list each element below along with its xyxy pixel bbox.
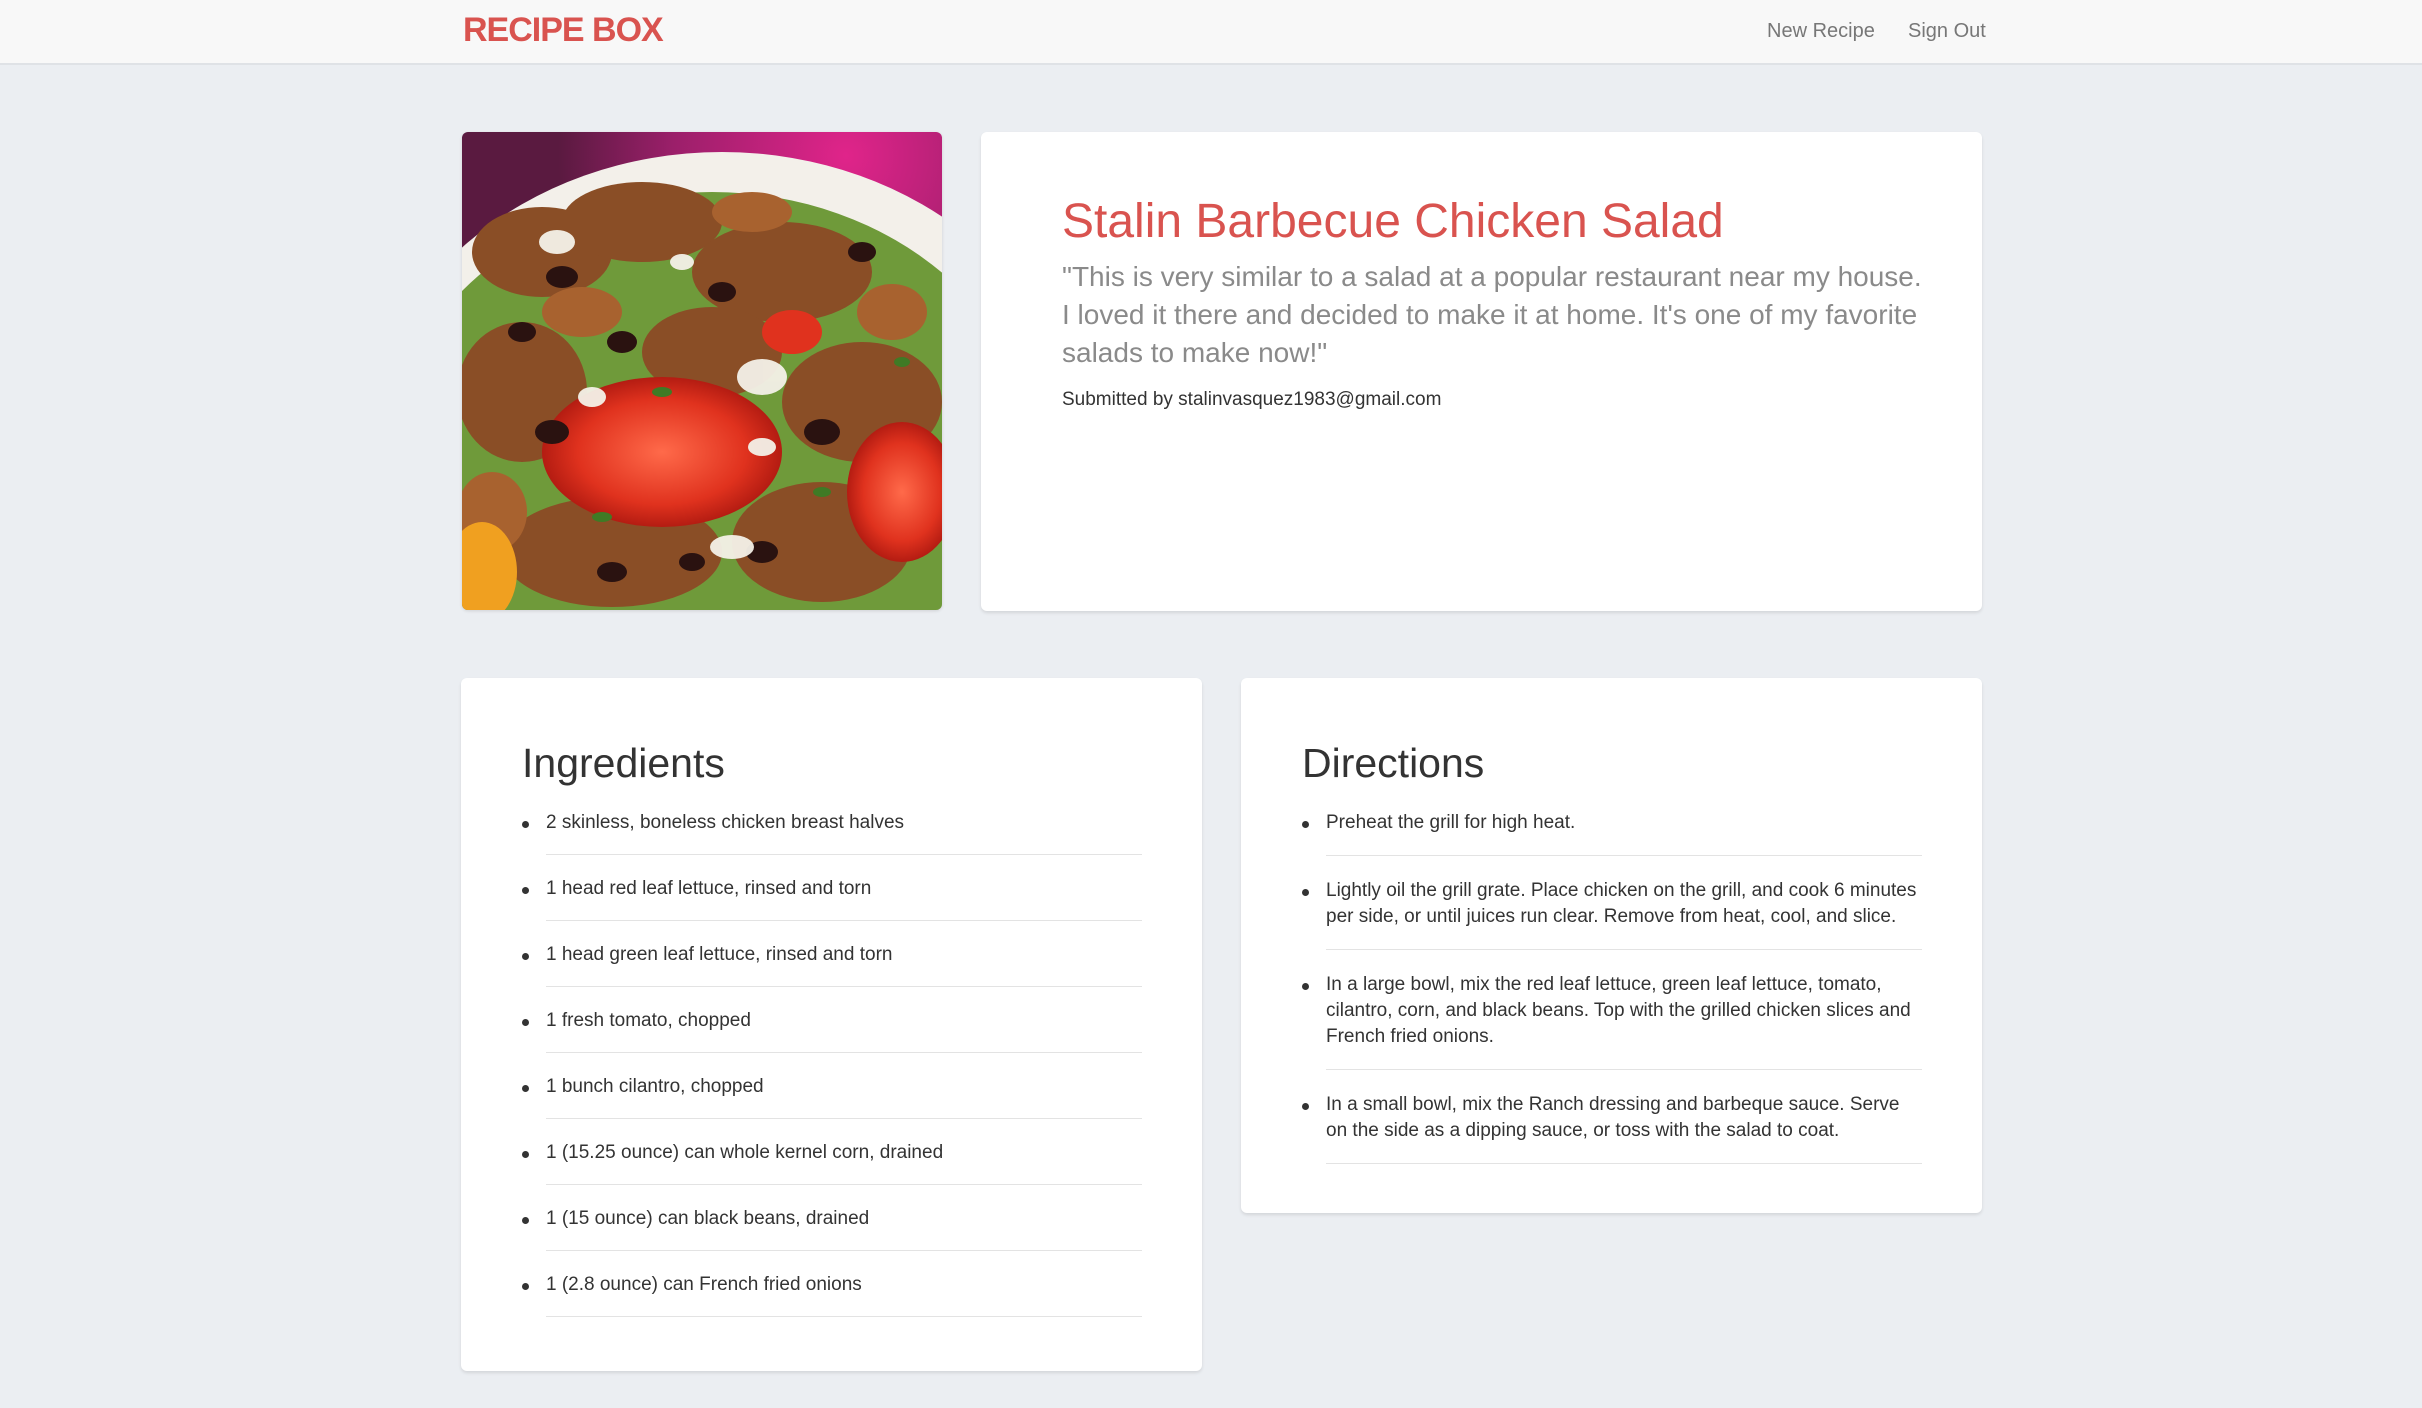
list-item: 1 head red leaf lettuce, rinsed and torn [522, 876, 1142, 921]
sign-out-link[interactable]: Sign Out [1908, 20, 1986, 43]
ingredient-text: 1 bunch cilantro, chopped [546, 1074, 1142, 1119]
ingredients-card: Ingredients 2 skinless, boneless chicken… [461, 678, 1202, 1371]
bullet-icon [522, 1217, 529, 1224]
bullet-icon [522, 1151, 529, 1158]
ingredient-text: 1 (15 ounce) can black beans, drained [546, 1206, 1142, 1251]
ingredient-text: 1 fresh tomato, chopped [546, 1008, 1142, 1053]
list-item: 2 skinless, boneless chicken breast halv… [522, 810, 1142, 855]
new-recipe-link[interactable]: New Recipe [1767, 20, 1875, 43]
list-item: 1 fresh tomato, chopped [522, 1008, 1142, 1053]
ingredient-text: 1 (2.8 ounce) can French fried onions [546, 1272, 1142, 1317]
list-item: 1 (2.8 ounce) can French fried onions [522, 1272, 1142, 1317]
list-item: 1 (15.25 ounce) can whole kernel corn, d… [522, 1140, 1142, 1185]
bullet-icon [522, 1283, 529, 1290]
recipe-photo [462, 132, 942, 610]
list-item: Preheat the grill for high heat. [1302, 810, 1922, 856]
submitted-by: Submitted by stalinvasquez1983@gmail.com [1062, 389, 1442, 410]
brand-logo[interactable]: RECIPE BOX [463, 11, 664, 50]
navbar: RECIPE BOX New Recipe Sign Out [0, 0, 2422, 65]
direction-text: In a large bowl, mix the red leaf lettuc… [1326, 972, 1922, 1070]
ingredient-text: 1 head green leaf lettuce, rinsed and to… [546, 942, 1142, 987]
ingredients-list: 2 skinless, boneless chicken breast halv… [522, 810, 1142, 1338]
ingredients-heading: Ingredients [522, 740, 725, 786]
list-item: 1 bunch cilantro, chopped [522, 1074, 1142, 1119]
recipe-header-card: Stalin Barbecue Chicken Salad "This is v… [981, 132, 1982, 611]
bullet-icon [1302, 821, 1309, 828]
bullet-icon [1302, 983, 1309, 990]
recipe-title: Stalin Barbecue Chicken Salad [1062, 195, 1724, 248]
ingredient-text: 2 skinless, boneless chicken breast halv… [546, 810, 1142, 855]
bullet-icon [522, 953, 529, 960]
bullet-icon [522, 1085, 529, 1092]
list-item: 1 (15 ounce) can black beans, drained [522, 1206, 1142, 1251]
bullet-icon [522, 1019, 529, 1026]
direction-text: Preheat the grill for high heat. [1326, 810, 1922, 856]
direction-text: In a small bowl, mix the Ranch dressing … [1326, 1092, 1922, 1164]
directions-heading: Directions [1302, 740, 1485, 786]
list-item: 1 head green leaf lettuce, rinsed and to… [522, 942, 1142, 987]
directions-card: Directions Preheat the grill for high he… [1241, 678, 1982, 1213]
bullet-icon [1302, 1103, 1309, 1110]
recipe-description: "This is very similar to a salad at a po… [1062, 261, 1922, 368]
list-item: Lightly oil the grill grate. Place chick… [1302, 878, 1922, 950]
direction-text: Lightly oil the grill grate. Place chick… [1326, 878, 1922, 950]
ingredient-text: 1 (15.25 ounce) can whole kernel corn, d… [546, 1140, 1142, 1185]
bullet-icon [522, 821, 529, 828]
list-item: In a small bowl, mix the Ranch dressing … [1302, 1092, 1922, 1164]
list-item: In a large bowl, mix the red leaf lettuc… [1302, 972, 1922, 1070]
bullet-icon [1302, 889, 1309, 896]
bullet-icon [522, 887, 529, 894]
directions-list: Preheat the grill for high heat. Lightly… [1302, 810, 1922, 1186]
ingredient-text: 1 head red leaf lettuce, rinsed and torn [546, 876, 1142, 921]
